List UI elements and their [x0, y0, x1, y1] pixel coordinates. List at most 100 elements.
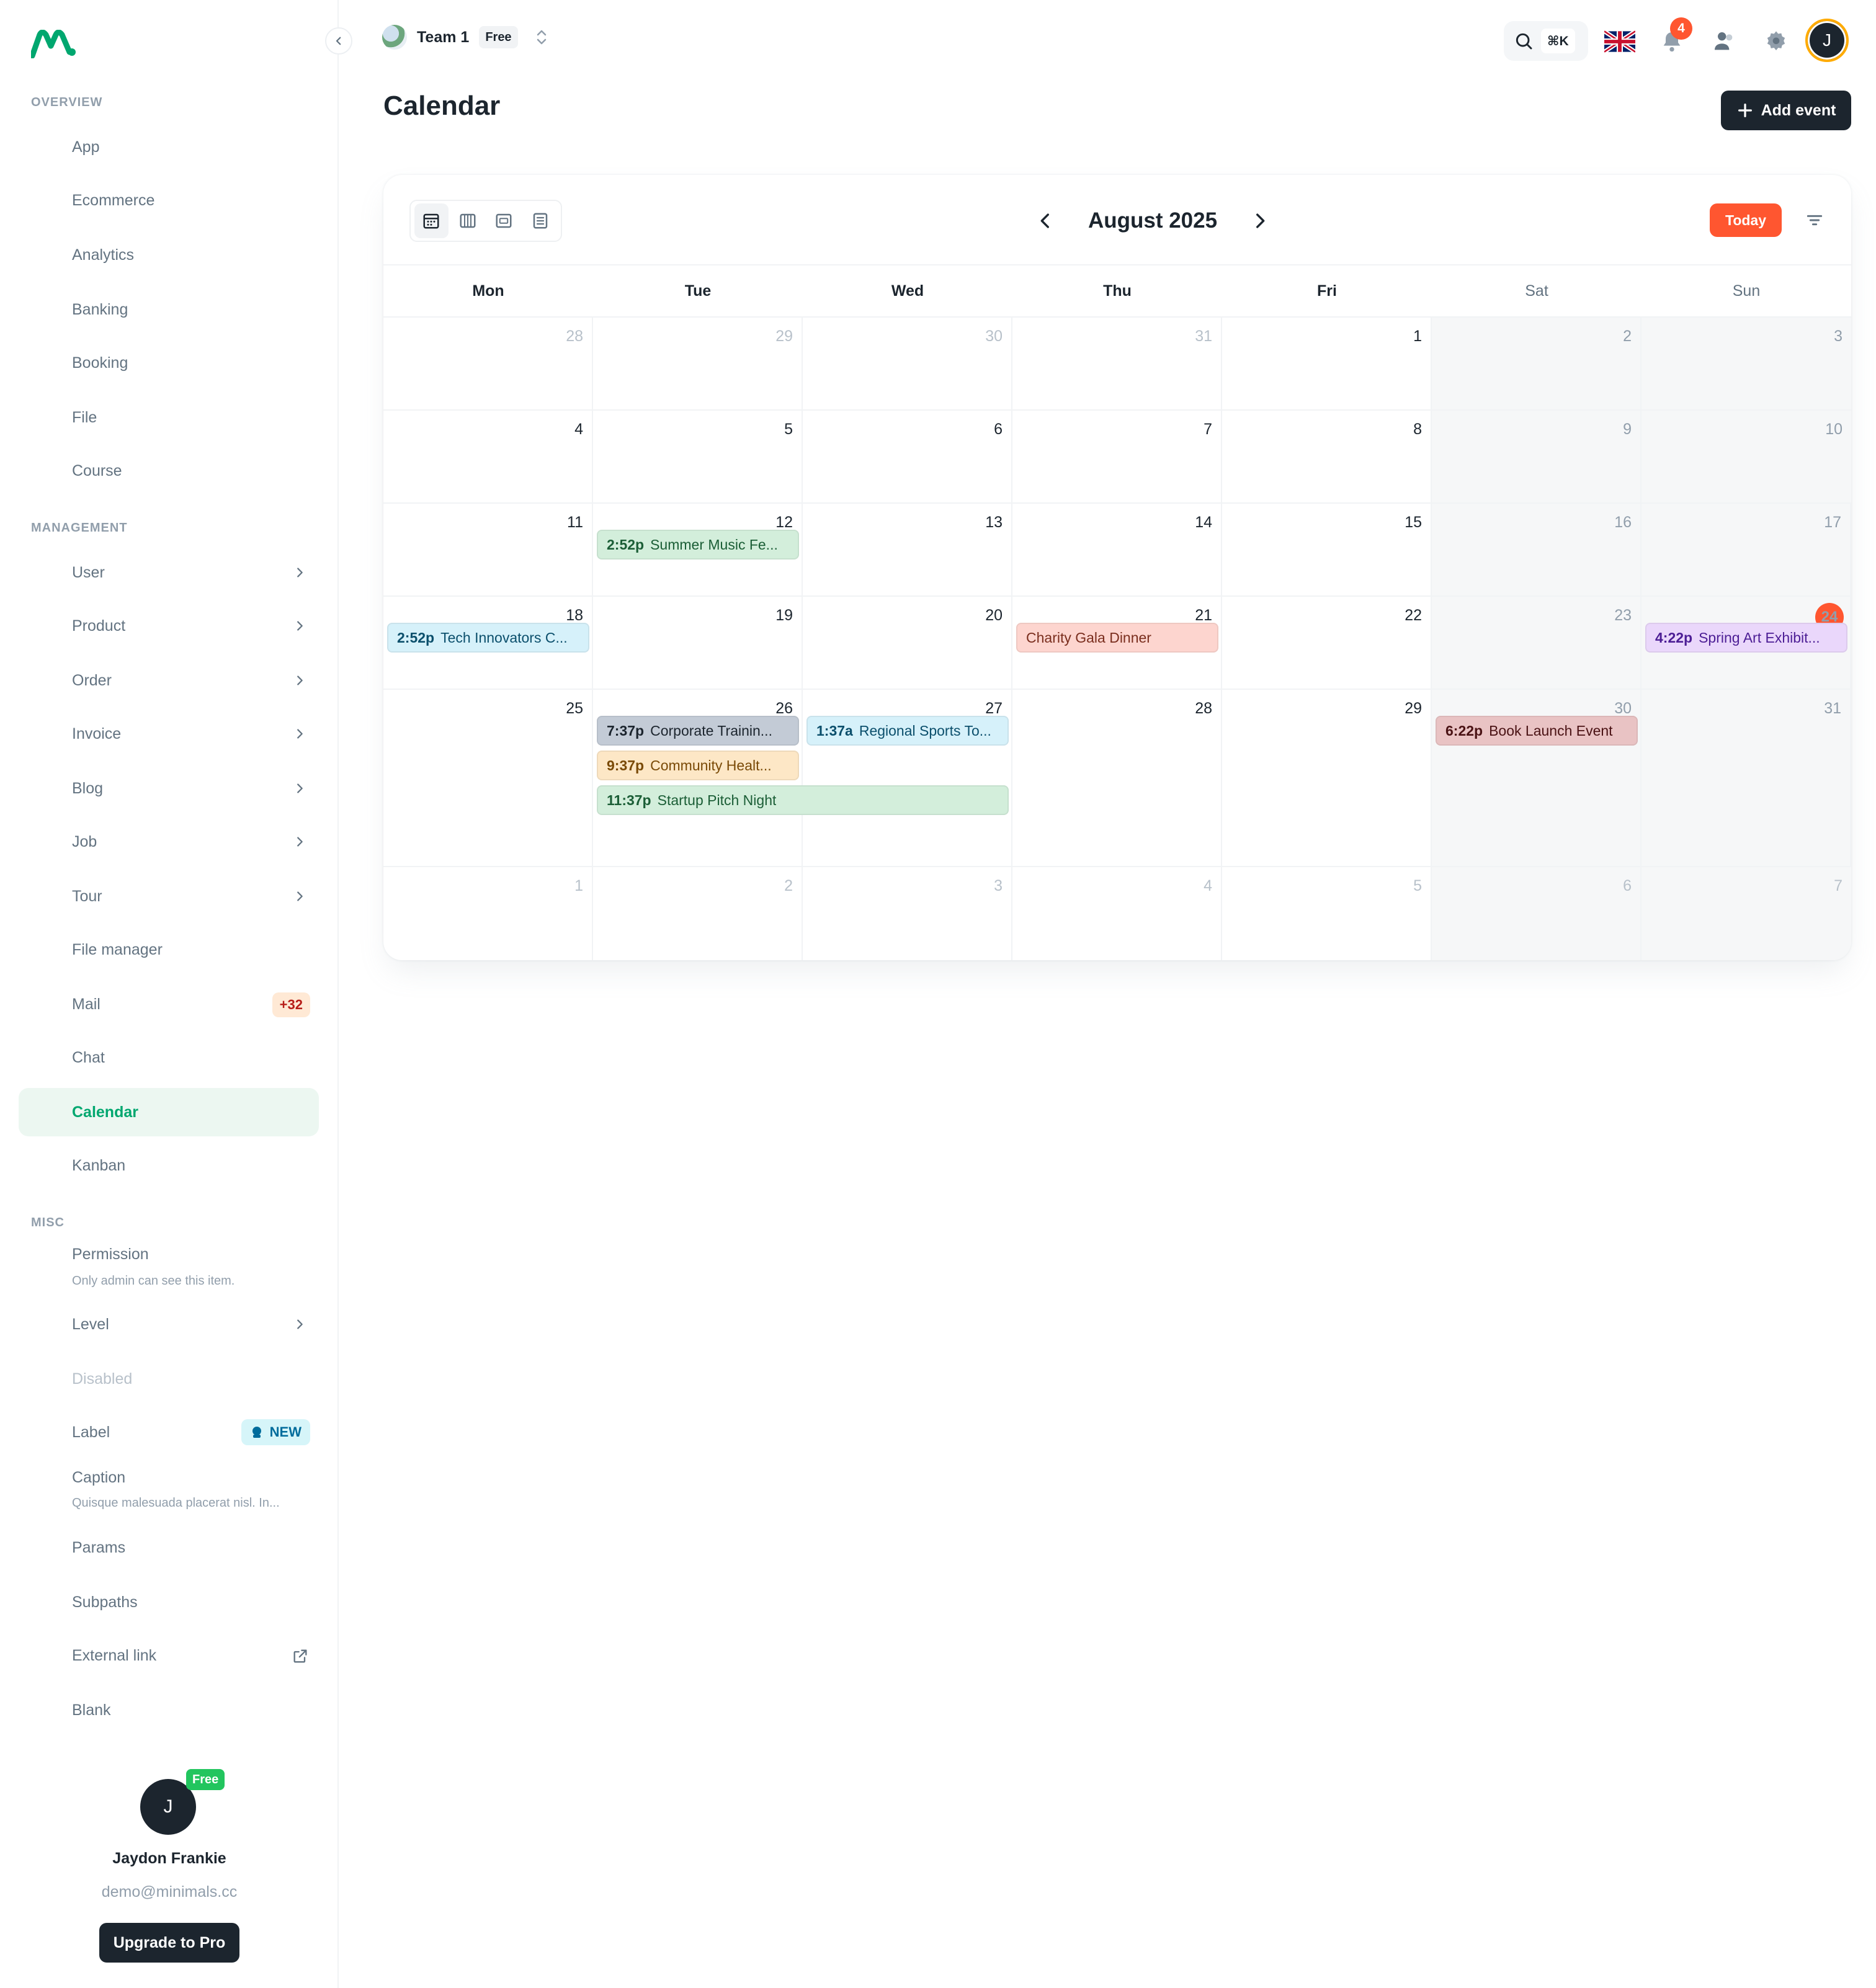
- calendar-event[interactable]: 1:37a Regional Sports To...: [806, 716, 1009, 746]
- calendar-day-cell[interactable]: 2: [1432, 318, 1642, 409]
- calendar-day-cell[interactable]: 28: [1012, 690, 1222, 866]
- day-number: 22: [1405, 607, 1422, 624]
- add-event-label: Add event: [1761, 101, 1836, 119]
- calendar-day-cell[interactable]: 28: [383, 318, 593, 409]
- settings-button[interactable]: [1759, 25, 1793, 58]
- calendar-day-cell[interactable]: 4: [1012, 867, 1222, 960]
- calendar-event[interactable]: 9:37p Community Healt...: [597, 751, 799, 780]
- account-avatar[interactable]: J: [1805, 19, 1849, 62]
- sidebar-item-chat[interactable]: Chat: [19, 1033, 319, 1082]
- calendar-event[interactable]: Charity Gala Dinner: [1016, 623, 1218, 653]
- sidebar-item-product[interactable]: Product: [19, 602, 319, 650]
- calendar-day-cell[interactable]: 4: [383, 411, 593, 502]
- sidebar-item-tour[interactable]: Tour: [19, 872, 319, 920]
- new-badge: NEW: [241, 1419, 310, 1445]
- calendar-day-cell[interactable]: 2: [593, 867, 803, 960]
- sidebar-item-kanban[interactable]: Kanban: [19, 1141, 319, 1190]
- sidebar-item-app[interactable]: App: [19, 123, 319, 171]
- calendar-day-cell[interactable]: 29: [1222, 690, 1432, 866]
- day-number: 2: [784, 877, 793, 894]
- sidebar-item-booking[interactable]: Booking: [19, 339, 319, 387]
- calendar-day-cell[interactable]: 3: [1642, 318, 1851, 409]
- sidebar-item-order[interactable]: Order: [19, 656, 319, 705]
- calendar-day-cell[interactable]: 30: [803, 318, 1012, 409]
- collapse-sidebar-button[interactable]: [325, 27, 352, 55]
- sidebar-item-label-item[interactable]: Label NEW: [19, 1408, 319, 1456]
- month-view-button[interactable]: [414, 203, 449, 238]
- sidebar-item-user[interactable]: User: [19, 548, 319, 597]
- sidebar-item-file-manager[interactable]: File manager: [19, 925, 319, 974]
- sidebar-item-params[interactable]: Params: [19, 1523, 319, 1572]
- filter-button[interactable]: [1800, 206, 1829, 234]
- add-event-button[interactable]: Add event: [1721, 91, 1851, 130]
- team-switcher[interactable]: Team 1 Free: [382, 25, 549, 50]
- today-button[interactable]: Today: [1710, 203, 1782, 237]
- user-name: Jaydon Frankie: [112, 1850, 226, 1867]
- calendar-day-cell[interactable]: 11: [383, 504, 593, 595]
- calendar-day-cell[interactable]: 31: [1012, 318, 1222, 409]
- sidebar-item-blog[interactable]: Blog: [19, 764, 319, 813]
- calendar-day-cell[interactable]: 14: [1012, 504, 1222, 595]
- calendar-day-cell[interactable]: 6: [1432, 867, 1642, 960]
- chevron-right-icon[interactable]: [1249, 210, 1271, 231]
- calendar-week-row: 11 12 13 14 15 16 17 2:52p Summer Music Fe...: [383, 504, 1851, 597]
- calendar-day-cell[interactable]: 15: [1222, 504, 1432, 595]
- calendar-day-cell[interactable]: 7: [1012, 411, 1222, 502]
- sidebar-item-label: Mail: [72, 995, 100, 1013]
- day-view-button[interactable]: [487, 203, 521, 238]
- sidebar-item-file[interactable]: File: [19, 393, 319, 442]
- minimal-logo-icon[interactable]: [31, 30, 77, 58]
- sidebar-item-blank[interactable]: Blank: [19, 1686, 319, 1734]
- month-title: August 2025: [1088, 208, 1218, 233]
- sidebar-item-analytics[interactable]: Analytics: [19, 231, 319, 279]
- sidebar-item-level[interactable]: Level: [19, 1300, 319, 1348]
- calendar-day-cell[interactable]: 8: [1222, 411, 1432, 502]
- calendar-day-cell[interactable]: 7: [1642, 867, 1851, 960]
- calendar-event[interactable]: 4:22p Spring Art Exhibit...: [1645, 623, 1847, 653]
- search-button[interactable]: ⌘K: [1504, 21, 1588, 61]
- week-view-button[interactable]: [451, 203, 485, 238]
- sidebar-item-job[interactable]: Job: [19, 818, 319, 866]
- calendar-day-cell[interactable]: 31: [1642, 690, 1851, 866]
- sidebar-item-ecommerce[interactable]: Ecommerce: [19, 176, 319, 225]
- calendar-day-cell[interactable]: 22: [1222, 597, 1432, 689]
- sidebar-item-invoice[interactable]: Invoice: [19, 710, 319, 758]
- notifications-button[interactable]: 4: [1655, 17, 1692, 58]
- calendar-day-cell[interactable]: 16: [1432, 504, 1642, 595]
- calendar-day-cell[interactable]: 29: [593, 318, 803, 409]
- chevron-left-icon[interactable]: [1035, 210, 1056, 231]
- calendar-day-cell[interactable]: 1: [383, 867, 593, 960]
- calendar-day-cell[interactable]: 3: [803, 867, 1012, 960]
- sidebar-item-subpaths[interactable]: Subpaths: [19, 1578, 319, 1626]
- mail-count-badge: +32: [272, 992, 310, 1017]
- contacts-button[interactable]: [1707, 25, 1741, 58]
- agenda-view-button[interactable]: [524, 203, 558, 238]
- calendar-day-cell[interactable]: 5: [593, 411, 803, 502]
- calendar-day-cell[interactable]: 20: [803, 597, 1012, 689]
- calendar-day-cell[interactable]: 25: [383, 690, 593, 866]
- calendar-day-cell[interactable]: 9: [1432, 411, 1642, 502]
- sidebar-item-mail[interactable]: Mail +32: [19, 980, 319, 1028]
- contacts-icon: [1715, 32, 1733, 50]
- calendar-day-cell[interactable]: 10: [1642, 411, 1851, 502]
- calendar-event[interactable]: 6:22p Book Launch Event: [1436, 716, 1638, 746]
- upgrade-button[interactable]: Upgrade to Pro: [99, 1923, 239, 1963]
- calendar-day-cell[interactable]: 13: [803, 504, 1012, 595]
- calendar-day-cell[interactable]: 19: [593, 597, 803, 689]
- calendar-day-cell[interactable]: 1: [1222, 318, 1432, 409]
- sidebar-item-course[interactable]: Course: [19, 447, 319, 495]
- calendar-event[interactable]: 7:37p Corporate Trainin...: [597, 716, 799, 746]
- calendar-day-cell[interactable]: 5: [1222, 867, 1432, 960]
- calendar-day-cell[interactable]: 23: [1432, 597, 1642, 689]
- sidebar-item-calendar[interactable]: Calendar: [19, 1088, 319, 1136]
- sidebar-item-external-link[interactable]: External link: [19, 1631, 319, 1680]
- sidebar-item-permission[interactable]: Permission Only admin can see this item.: [19, 1238, 319, 1295]
- calendar-event[interactable]: 2:52p Summer Music Fe...: [597, 530, 799, 559]
- sidebar-item-banking[interactable]: Banking: [19, 285, 319, 334]
- language-button[interactable]: [1603, 25, 1637, 58]
- calendar-event[interactable]: 11:37p Startup Pitch Night: [597, 785, 1009, 815]
- calendar-day-cell[interactable]: 17: [1642, 504, 1851, 595]
- sidebar-item-caption[interactable]: Caption Quisque malesuada placerat nisl.…: [19, 1461, 319, 1518]
- calendar-day-cell[interactable]: 6: [803, 411, 1012, 502]
- calendar-event[interactable]: 2:52p Tech Innovators C...: [387, 623, 589, 653]
